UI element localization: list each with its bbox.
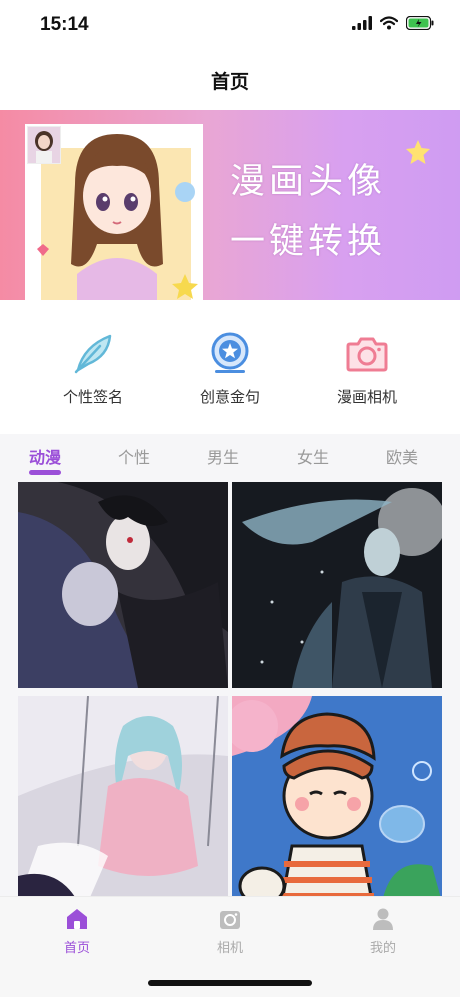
signal-icon — [352, 16, 372, 30]
feature-shortcuts: 个性签名 创意金句 漫画相机 — [0, 330, 460, 410]
tabbar-camera[interactable]: 相机 — [190, 907, 270, 956]
home-icon — [67, 909, 87, 929]
page-title: 首页 — [210, 70, 249, 93]
tabbar-label: 首页 — [63, 941, 90, 956]
tabbar-label: 相机 — [216, 941, 243, 956]
star-badge-icon — [211, 332, 249, 373]
category-tabs: 动漫 个性 男生 女生 欧美 — [0, 434, 460, 476]
status-bar: 15:14 — [0, 0, 460, 50]
status-icons — [352, 16, 434, 30]
camera-icon — [346, 337, 388, 372]
cartoon-girl-illustration — [37, 134, 198, 300]
active-tab-indicator — [29, 470, 61, 475]
promo-banner[interactable]: 漫画头像 一键转换 — [0, 110, 460, 300]
gallery-item-swordsman[interactable] — [232, 482, 442, 688]
nav-bar: 首页 — [0, 50, 460, 110]
feature-comic-camera[interactable]: 漫画相机 — [312, 330, 422, 407]
feature-quotes[interactable]: 创意金句 — [175, 330, 285, 407]
wifi-icon — [380, 16, 398, 30]
banner-line-1: 漫画头像 — [230, 162, 387, 202]
tab-girls[interactable]: 女生 — [297, 444, 329, 468]
tabbar-profile[interactable]: 我的 — [343, 907, 423, 956]
feature-label: 个性签名 — [62, 388, 123, 406]
banner-avatar-card — [25, 124, 203, 300]
tab-anime[interactable]: 动漫 — [29, 444, 61, 468]
feature-label: 创意金句 — [199, 388, 260, 406]
banner-line-2: 一键转换 — [230, 222, 387, 262]
status-time: 15:14 — [40, 14, 89, 35]
tab-personality[interactable]: 个性 — [118, 444, 150, 468]
camera-icon — [220, 911, 240, 929]
gallery-item-bubble-boy[interactable] — [232, 696, 442, 896]
gallery-item-swing-girl[interactable] — [18, 696, 228, 896]
gallery-item-dark-haired-couple[interactable] — [18, 482, 228, 688]
tabbar-home[interactable]: 首页 — [37, 907, 117, 956]
feature-signature[interactable]: 个性签名 — [38, 330, 148, 407]
tab-boys[interactable]: 男生 — [207, 444, 239, 468]
avatar-gallery — [0, 476, 460, 896]
feather-icon — [74, 334, 112, 374]
user-icon — [373, 908, 393, 930]
home-indicator[interactable] — [148, 980, 312, 986]
tab-western[interactable]: 欧美 — [386, 444, 418, 468]
feature-label: 漫画相机 — [336, 388, 397, 406]
tabbar-label: 我的 — [369, 941, 396, 956]
battery-icon — [406, 16, 434, 30]
banner-headline: 漫画头像 一键转换 — [230, 152, 430, 272]
